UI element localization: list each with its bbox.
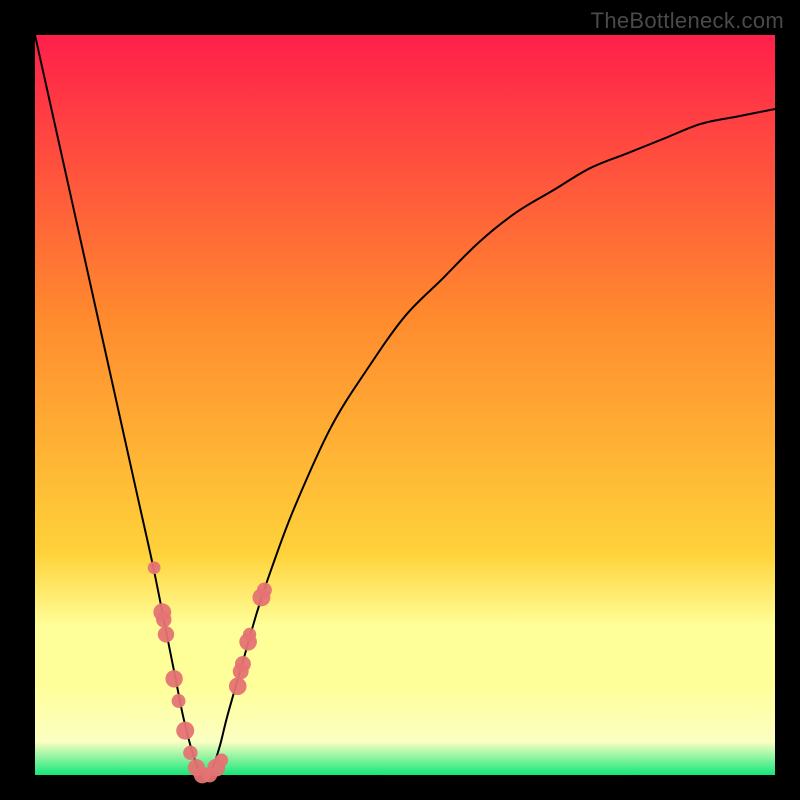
data-dot	[148, 561, 161, 574]
data-dot	[243, 628, 256, 641]
data-dot	[158, 626, 174, 642]
bottleneck-curve	[35, 35, 775, 775]
data-dot	[257, 583, 272, 598]
data-dot	[165, 670, 182, 687]
plot-area	[35, 35, 775, 775]
data-dot	[235, 656, 251, 672]
data-dot	[156, 612, 171, 627]
watermark-label: TheBottleneck.com	[591, 8, 784, 34]
data-dot	[229, 677, 247, 695]
curve-layer	[35, 35, 775, 775]
data-dot	[172, 694, 186, 708]
data-dot	[215, 754, 228, 767]
data-dots	[148, 561, 272, 783]
data-dot	[176, 722, 194, 740]
chart-frame: TheBottleneck.com	[0, 0, 800, 800]
data-dot	[183, 746, 197, 760]
